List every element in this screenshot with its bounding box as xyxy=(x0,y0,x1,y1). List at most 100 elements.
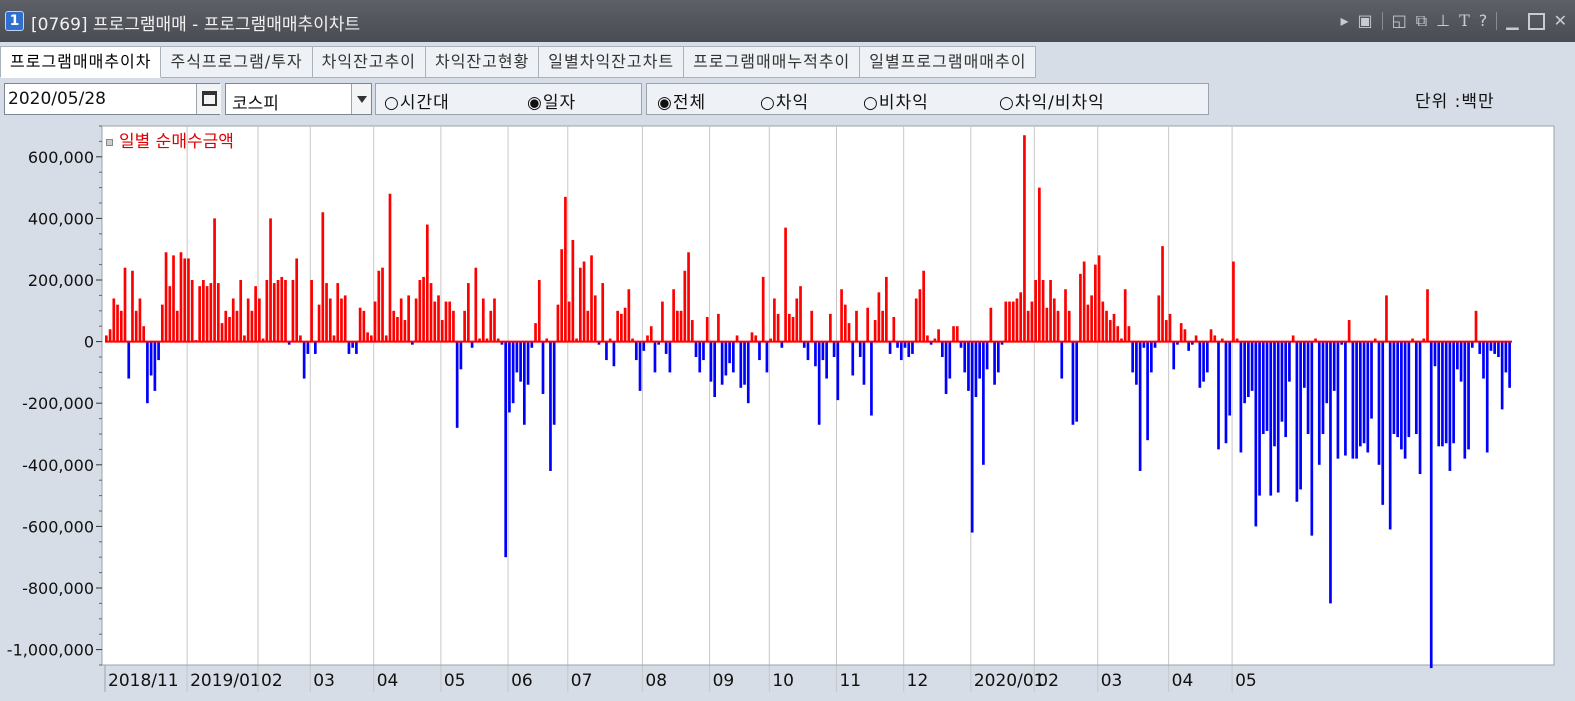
chart-bar xyxy=(265,280,269,342)
memo-icon[interactable]: ▣ xyxy=(1357,10,1372,32)
legend-swatch-icon xyxy=(106,138,113,146)
bar-chart[interactable]: 2018/11 2019/01 02 03 04 05 06 07 08 09 10 11 12 2020… xyxy=(4,124,1558,692)
chart-bar xyxy=(914,298,918,342)
chart-bar xyxy=(172,255,175,342)
chart-bar xyxy=(840,289,843,342)
chart-bar xyxy=(937,329,940,342)
tab-arbitrage-balance-trend[interactable]: 차익잔고추이 xyxy=(312,46,426,78)
layout-icon[interactable]: ◱ xyxy=(1392,10,1407,32)
y-tick-label: 600,000 xyxy=(28,148,94,167)
chart-bar xyxy=(1250,341,1254,391)
chart-bar xyxy=(269,218,272,342)
copy-window-icon[interactable]: ⧉ xyxy=(1416,10,1427,32)
chart-bar xyxy=(720,341,724,385)
chart-bar xyxy=(1497,341,1500,357)
chart-bar xyxy=(1131,341,1135,373)
chart-bar xyxy=(556,304,560,342)
chart-bar xyxy=(1489,341,1493,351)
chevron-down-icon[interactable] xyxy=(351,84,371,114)
chart-bar xyxy=(590,255,593,342)
chart-bar xyxy=(825,341,828,379)
chart-bar xyxy=(1228,341,1232,416)
chart-bar xyxy=(653,341,657,373)
chart-bar xyxy=(634,341,638,361)
chart-bar xyxy=(1332,341,1336,391)
radio-non-arbitrage[interactable]: ○비차익 xyxy=(863,88,929,113)
chart-bar xyxy=(642,341,646,351)
chart-bar xyxy=(885,276,888,342)
help-icon[interactable]: ? xyxy=(1479,10,1488,32)
chart-bar xyxy=(1456,341,1459,370)
chart-bar xyxy=(1149,341,1153,373)
chart-bar xyxy=(541,341,545,394)
radio-all[interactable]: ◉전체 xyxy=(657,88,706,113)
chart-bar xyxy=(108,329,112,342)
chart-bar xyxy=(1015,298,1019,342)
chart-bar xyxy=(418,280,422,342)
tab-stock-program-investor[interactable]: 주식프로그램/투자 xyxy=(161,46,313,78)
chart-bar xyxy=(1183,329,1187,342)
chart-bar xyxy=(612,341,616,367)
radio-daily[interactable]: ◉일자 xyxy=(527,88,576,113)
chart-bar xyxy=(858,341,862,357)
radio-arbitrage-non-arbitrage[interactable]: ○차익/비차익 xyxy=(999,88,1105,113)
x-tick-label: 05 xyxy=(444,671,466,691)
radio-time-range[interactable]: ○시간대 xyxy=(384,88,450,113)
chart-bar xyxy=(321,212,325,342)
market-select[interactable]: 코스피 xyxy=(225,83,372,115)
chart-bar xyxy=(1217,341,1220,450)
chart-bar xyxy=(1254,341,1258,527)
chart-bar xyxy=(1138,341,1142,471)
tab-program-cumulative-trend[interactable]: 프로그램매매누적추이 xyxy=(684,46,861,78)
chart-bar xyxy=(228,316,231,342)
tab-daily-program-trend[interactable]: 일별프로그램매매추이 xyxy=(860,46,1037,78)
tab-program-trading-trend[interactable]: 프로그램매매추이차 xyxy=(0,46,162,78)
chart-bar xyxy=(1026,310,1030,342)
chart-bar xyxy=(862,341,866,385)
chart-bar xyxy=(358,307,362,342)
chart-bar xyxy=(795,298,799,342)
play-icon[interactable]: ▸ xyxy=(1340,10,1348,32)
chart-bar xyxy=(814,341,817,367)
radio-arbitrage[interactable]: ○차익 xyxy=(760,88,809,113)
chart-bar xyxy=(1325,341,1329,404)
chart-bar xyxy=(784,227,787,342)
chart-bar xyxy=(1366,341,1370,453)
window-title-bar[interactable]: 1 [0769] 프로그램매매 - 프로그램매매추이차트 ▸ ▣ ◱ ⧉ ⊥ T… xyxy=(0,0,1575,42)
calendar-button[interactable] xyxy=(196,84,221,114)
chart-bar xyxy=(310,280,313,342)
chart-bar xyxy=(377,270,381,342)
chart-bar xyxy=(392,310,396,342)
maximize-icon[interactable] xyxy=(1527,12,1545,30)
window-number-badge: 1 xyxy=(5,11,24,31)
chart-bar xyxy=(119,310,123,342)
chart-area[interactable]: 2018/11 2019/01 02 03 04 05 06 07 08 09 10 11 12 2020… xyxy=(4,124,1558,692)
chart-bar xyxy=(429,283,433,342)
chart-bar xyxy=(291,280,295,342)
chart-bar xyxy=(306,341,310,354)
chart-bar xyxy=(963,341,967,373)
chart-bar xyxy=(1179,323,1183,342)
pin-icon[interactable]: ⊥ xyxy=(1436,10,1450,32)
tab-arbitrage-balance-status[interactable]: 차익잔고현황 xyxy=(425,46,540,78)
chart-bar xyxy=(1056,310,1060,342)
chart-bar xyxy=(810,310,814,342)
chart-bar xyxy=(452,310,455,342)
chart-bar xyxy=(1437,341,1441,447)
date-field[interactable]: 2020/05/28 xyxy=(4,83,221,115)
minimize-icon[interactable]: ▁ xyxy=(1506,10,1518,32)
tab-daily-arbitrage-balance-chart[interactable]: 일별차익잔고차트 xyxy=(539,46,685,78)
chart-legend: 일별 순매수금액 xyxy=(106,127,234,152)
chart-bar xyxy=(1504,341,1508,373)
chart-bar xyxy=(511,341,515,404)
chart-bar xyxy=(761,276,765,342)
chart-bar xyxy=(1075,341,1079,422)
chart-bar xyxy=(676,310,679,342)
close-icon[interactable]: ✕ xyxy=(1554,10,1567,32)
font-icon[interactable]: T xyxy=(1459,10,1470,32)
chart-bar xyxy=(1306,341,1310,434)
chart-bar xyxy=(198,286,201,342)
x-tick-label: 02 xyxy=(261,671,283,691)
chart-bar xyxy=(1485,341,1489,453)
date-value: 2020/05/28 xyxy=(8,89,106,109)
